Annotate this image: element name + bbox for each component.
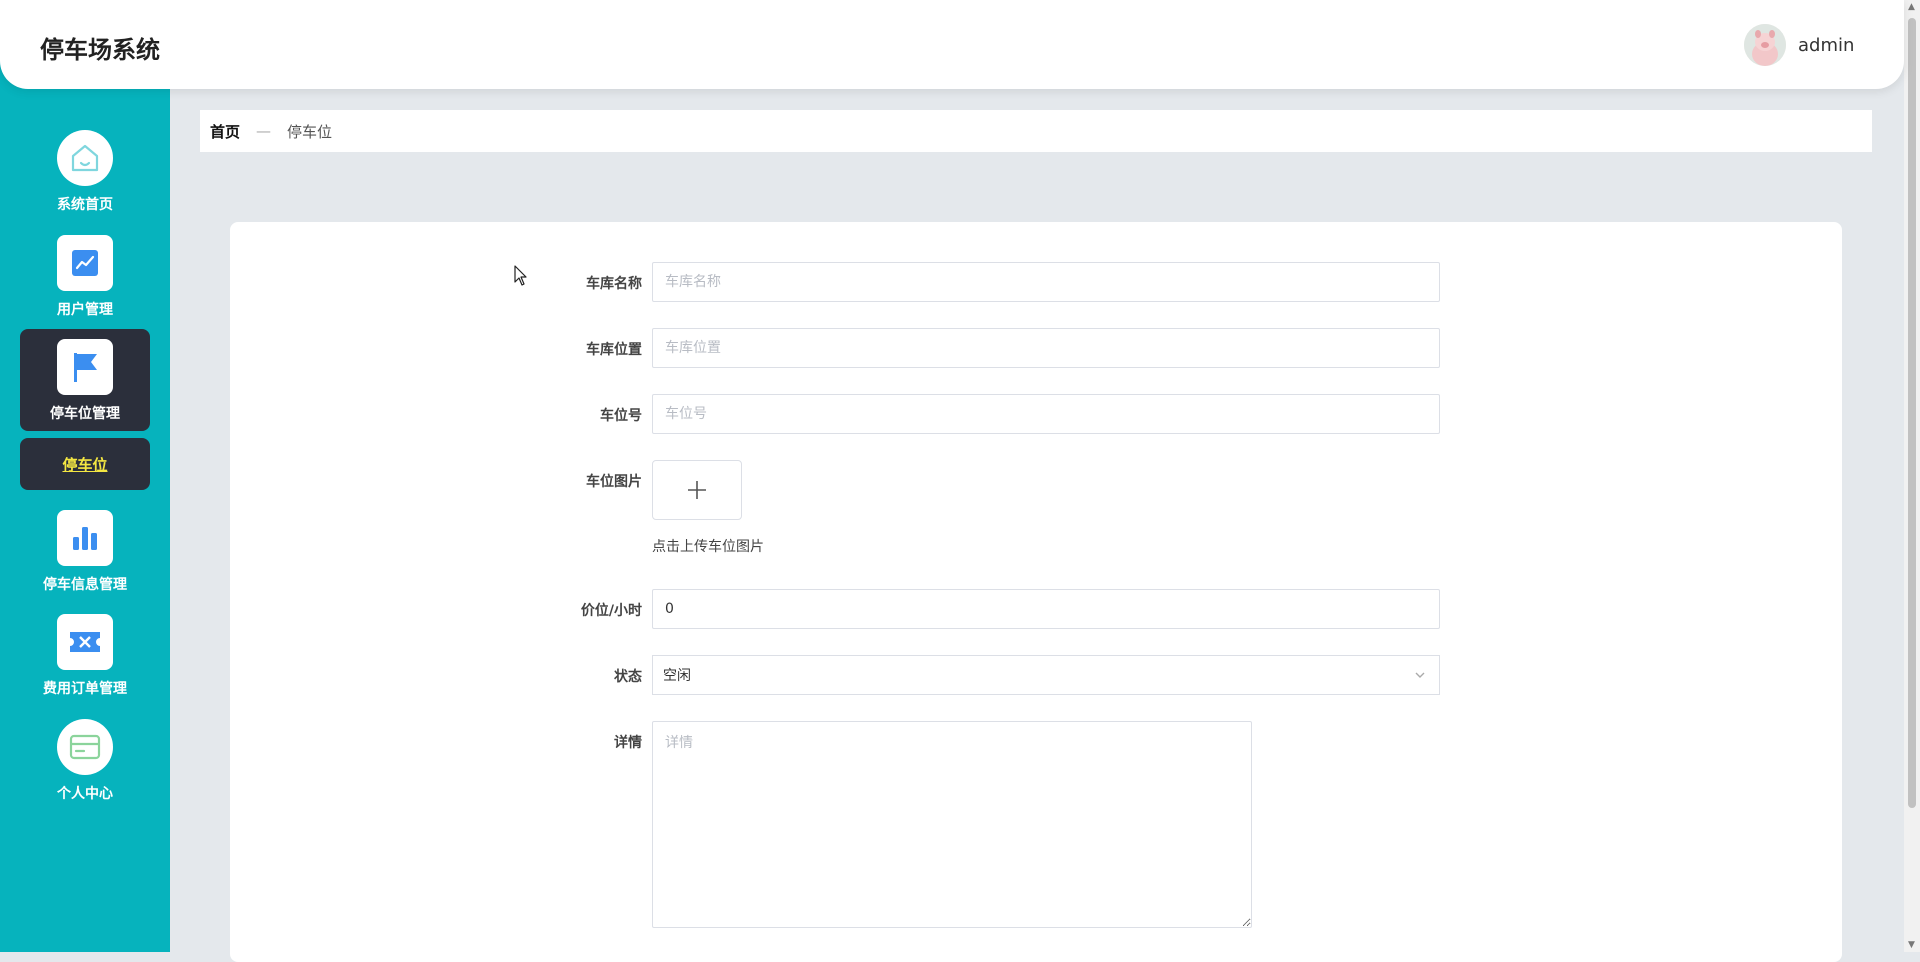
bar-chart-icon (57, 510, 113, 566)
status-label: 状态 (614, 669, 642, 685)
garage-name-input[interactable] (652, 262, 1440, 302)
sidebar-item-home[interactable]: 系统首页 (20, 130, 150, 214)
breadcrumb-home[interactable]: 首页 (210, 121, 240, 142)
details-label: 详情 (614, 735, 642, 751)
sidebar-item-label: 个人中心 (57, 786, 113, 802)
sidebar-item-label: 费用订单管理 (43, 681, 127, 697)
garage-location-label: 车库位置 (586, 342, 642, 358)
details-textarea[interactable] (652, 721, 1252, 928)
price-input[interactable] (652, 589, 1440, 629)
sidebar-item-orders[interactable]: 费用订单管理 (20, 614, 150, 698)
sidebar-subitem-label: 停车位 (62, 455, 108, 474)
garage-location-input[interactable] (652, 328, 1440, 368)
status-select[interactable]: 空闲 (652, 655, 1440, 695)
card-icon (57, 719, 113, 775)
mouse-cursor-icon (514, 265, 527, 286)
sidebar-subitem-parking-spot[interactable]: 停车位 (20, 438, 150, 490)
breadcrumb-current: 停车位 (287, 122, 333, 141)
sidebar-item-label: 系统首页 (57, 197, 113, 213)
sidebar-item-label: 停车信息管理 (43, 577, 127, 593)
sidebar-item-parking-info[interactable]: 停车信息管理 (20, 510, 150, 594)
user-menu[interactable]: admin (1744, 24, 1854, 66)
scroll-up-icon[interactable]: ▲ (1908, 2, 1915, 12)
price-label: 价位/小时 (580, 603, 642, 619)
home-icon (57, 130, 113, 186)
scroll-thumb[interactable] (1908, 18, 1916, 808)
plus-icon (688, 481, 706, 499)
sidebar-item-profile[interactable]: 个人中心 (20, 719, 150, 803)
username: admin (1798, 34, 1855, 56)
chevron-down-icon (1415, 672, 1425, 678)
status-value: 空闲 (663, 668, 691, 684)
chart-icon (57, 235, 113, 291)
page-scrollbar[interactable]: ▲ ▼ (1904, 0, 1920, 952)
avatar[interactable] (1744, 24, 1786, 66)
ticket-icon (57, 614, 113, 670)
breadcrumb-separator: — (256, 122, 272, 140)
app-title: 停车场系统 (40, 36, 160, 64)
flag-icon (57, 339, 113, 395)
sidebar-item-label: 停车位管理 (50, 406, 120, 422)
image-upload-button[interactable] (652, 460, 742, 520)
sidebar: 系统首页 用户管理 停车位管理 停车位 停车信息管理 费用订单管理 个人中心 (0, 0, 170, 952)
spot-number-label: 车位号 (600, 408, 642, 424)
garage-name-label: 车库名称 (586, 276, 642, 292)
top-header: 停车场系统 admin (0, 0, 1904, 89)
sidebar-item-label: 用户管理 (57, 302, 113, 318)
upload-hint: 点击上传车位图片 (652, 539, 764, 555)
scroll-down-icon[interactable]: ▼ (1908, 940, 1915, 950)
breadcrumb: 首页 — 停车位 (200, 110, 1872, 152)
spot-image-label: 车位图片 (586, 474, 642, 490)
spot-number-input[interactable] (652, 394, 1440, 434)
sidebar-item-parking-spots[interactable]: 停车位管理 (20, 329, 150, 431)
sidebar-item-users[interactable]: 用户管理 (20, 235, 150, 319)
